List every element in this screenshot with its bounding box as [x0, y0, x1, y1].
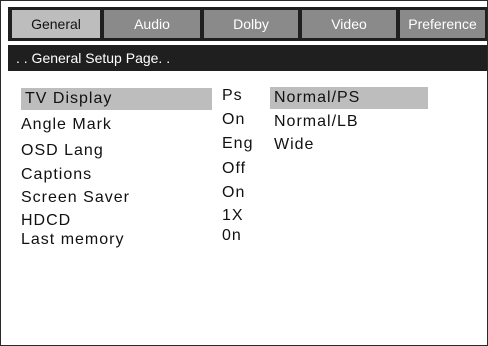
setting-label: Screen Saver — [21, 189, 130, 206]
option-wide[interactable]: Wide — [270, 134, 428, 156]
setting-value-last-memory: 0n — [222, 227, 242, 244]
setting-value-hdcd: 1X — [222, 207, 244, 224]
setting-captions[interactable]: Captions — [21, 164, 92, 186]
tab-video[interactable]: Video — [302, 10, 398, 38]
setting-value-tv-display: Ps — [222, 87, 243, 104]
setting-last-memory[interactable]: Last memory — [21, 229, 124, 251]
setting-label: Angle Mark — [21, 116, 112, 133]
setting-osd-lang[interactable]: OSD Lang — [21, 140, 104, 162]
tab-bar: General Audio Dolby Video Preference — [8, 7, 487, 41]
setting-label: Captions — [21, 166, 93, 183]
setting-value-captions: Off — [222, 160, 247, 177]
setting-screen-saver[interactable]: Screen Saver — [21, 187, 130, 209]
setting-tv-display[interactable]: TV Display — [21, 88, 212, 110]
tab-dolby[interactable]: Dolby — [204, 10, 300, 38]
tab-audio[interactable]: Audio — [104, 10, 202, 38]
setting-label: Last memory — [21, 231, 125, 248]
setup-screen: General Audio Dolby Video Preference . .… — [0, 0, 488, 346]
setting-value-screen-saver: On — [222, 184, 246, 201]
option-normal-lb[interactable]: Normal/LB — [270, 111, 428, 133]
setting-label: HDCD — [21, 212, 72, 229]
setting-angle-mark[interactable]: Angle Mark — [21, 114, 112, 136]
option-normal-ps[interactable]: Normal/PS — [270, 87, 428, 109]
tab-general[interactable]: General — [12, 10, 102, 38]
setting-value-angle-mark: On — [222, 111, 246, 128]
setting-label: TV Display — [25, 90, 113, 107]
settings-panel: TV Display Angle Mark OSD Lang Captions … — [8, 71, 487, 345]
page-title: . . General Setup Page. . — [8, 45, 487, 71]
tab-preference[interactable]: Preference — [400, 10, 487, 38]
setting-label: OSD Lang — [21, 142, 104, 159]
setting-value-osd-lang: Eng — [222, 135, 254, 152]
